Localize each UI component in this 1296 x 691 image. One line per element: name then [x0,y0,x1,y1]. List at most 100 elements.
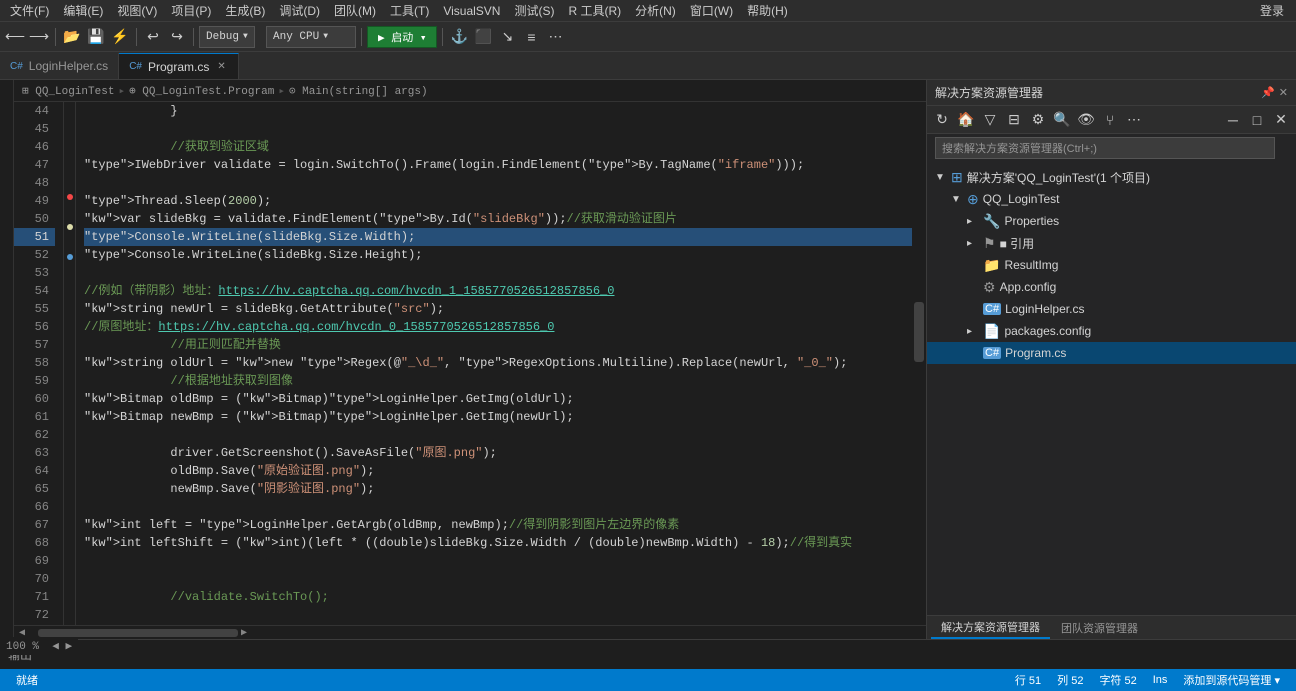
close-panel-icon[interactable]: ✕ [1279,86,1288,99]
status-right: 行 51 列 52 字符 52 Ins 添加到源代码管理 ▾ [1007,672,1288,688]
menubar-item-build[interactable]: 生成(B) [219,0,271,21]
line-number-69: 69 [14,552,55,570]
line-number-61: 61 [14,408,55,426]
solution-search-btn[interactable]: 🔍 [1051,109,1073,131]
breadcrumb-part3[interactable]: ⊙ Main(string[] args) [289,84,428,98]
toolbar-open-btn[interactable]: 📂 [61,26,83,48]
editor-scrollbar[interactable] [912,102,926,625]
tree-label-solution: 解决方案'QQ_LoginTest'(1 个项目) [967,169,1150,186]
solution-home-btn[interactable]: 🏠 [955,109,977,131]
tree-item-solution[interactable]: ▼ ⊞ 解决方案'QQ_LoginTest'(1 个项目) [927,166,1296,188]
solution-more-btn[interactable]: ⋯ [1123,109,1145,131]
login-label[interactable]: 登录 [1260,2,1292,19]
menubar-item-test[interactable]: 测试(S) [508,0,560,21]
toolbar-step-btn[interactable]: ↘ [496,26,518,48]
toolbar-undo-btn[interactable]: ↩ [142,26,164,48]
solution-filter-btn[interactable]: ▽ [979,109,1001,131]
line-number-65: 65 [14,480,55,498]
tree-item-loginhelper[interactable]: C# LoginHelper.cs [927,298,1296,320]
zoom-label[interactable]: 100 % ◀ ▶ [14,637,78,639]
breadcrumb-part1[interactable]: ⊞ QQ_LoginTest [22,84,114,98]
panel-maximize-btn[interactable]: □ [1246,109,1268,131]
solution-git-btn[interactable]: ⑂ [1099,109,1121,131]
code-line-55: "kw">string newUrl = slideBkg.GetAttribu… [84,300,912,318]
toolbar-save-btn[interactable]: 💾 [85,26,107,48]
status-ready[interactable]: 就绪 [8,672,46,688]
toolbar-save-all-btn[interactable]: ⚡ [109,26,131,48]
panel-header-controls[interactable]: 📌 ✕ [1261,86,1288,99]
menubar-item-visualsvn[interactable]: VisualSVN [437,2,506,20]
scrollbar-h-thumb[interactable] [38,629,238,637]
config-dropdown[interactable]: Debug ▼ [199,26,255,48]
toolbar-back-btn[interactable]: ⟵ [4,26,26,48]
solution-icon: ⊞ [951,169,963,186]
panel-minimize-btn[interactable]: ─ [1222,109,1244,131]
tree-item-packagesconfig[interactable]: ▸ 📄 packages.config [927,320,1296,342]
solution-settings-btn[interactable]: ⚙ [1027,109,1049,131]
tree-item-programcs[interactable]: C# Program.cs [927,342,1296,364]
menubar-item-team[interactable]: 团队(M) [328,0,382,21]
code-line-58: "kw">string oldUrl = "kw">new "type">Reg… [84,354,912,372]
menubar-item-window[interactable]: 窗口(W) [684,0,739,21]
solution-search-input-wrapper[interactable]: 搜索解决方案资源管理器(Ctrl+;) [935,137,1275,159]
status-ins[interactable]: Ins [1145,674,1176,686]
tree-item-appconfig[interactable]: ⚙ App.config [927,276,1296,298]
tree-item-properties[interactable]: ▸ 🔧 Properties [927,210,1296,232]
menubar-item-file[interactable]: 文件(F) [4,0,55,21]
tab-loginhelper[interactable]: C# LoginHelper.cs [0,53,119,79]
line-number-53: 53 [14,264,55,282]
indicator-info [67,254,73,260]
start-button[interactable]: ▶ 启动 ▾ [367,26,437,48]
toolbar-attach-btn[interactable]: ⚓ [448,26,470,48]
menubar-item-rtools[interactable]: R 工具(R) [562,0,627,21]
menubar-item-debug[interactable]: 调试(D) [273,0,326,21]
tab-solution-explorer[interactable]: 解决方案资源管理器 [931,617,1050,639]
menubar-item-help[interactable]: 帮助(H) [741,0,794,21]
pin-icon[interactable]: 📌 [1261,86,1275,99]
scroll-right-arrow[interactable]: ▶ [238,627,250,639]
menubar-item-analyze[interactable]: 分析(N) [629,0,682,21]
appconfig-icon: ⚙ [983,279,996,296]
tab-program-close[interactable]: ✕ [215,60,227,73]
solution-tree: ▼ ⊞ 解决方案'QQ_LoginTest'(1 个项目) ▼ ⊕ QQ_Log… [927,162,1296,615]
toolbar-align-btn[interactable]: ≡ [520,26,542,48]
config-dropdown-arrow: ▼ [243,32,248,41]
toolbar-more-btn[interactable]: ⋯ [544,26,566,48]
tree-item-references[interactable]: ▸ ⚑ ■ 引用 [927,232,1296,254]
breadcrumb-part2[interactable]: ⊕ QQ_LoginTest.Program [129,84,274,98]
toolbar-forward-btn[interactable]: ⟶ [28,26,50,48]
toolbar-breakpoint-btn[interactable]: ⬛ [472,26,494,48]
code-line-48 [84,174,912,192]
code-line-68: "kw">int leftShift = ("kw">int)(left * (… [84,534,912,552]
references-icon: ⚑ [983,235,996,252]
tree-item-resultimg[interactable]: 📁 ResultImg [927,254,1296,276]
tree-label-packagesconfig: packages.config [1004,324,1091,338]
code-editor[interactable]: 4445464748495051525354555657585960616263… [14,102,926,625]
solution-collapse-btn[interactable]: ⊟ [1003,109,1025,131]
solution-sync-btn[interactable]: ↻ [931,109,953,131]
menubar-item-view[interactable]: 视图(V) [111,0,163,21]
status-line[interactable]: 行 51 [1007,672,1049,688]
status-col[interactable]: 列 52 [1049,672,1091,688]
menubar-item-project[interactable]: 项目(P) [165,0,217,21]
status-add-to-source[interactable]: 添加到源代码管理 ▾ [1175,672,1288,688]
line-number-52: 52 [14,246,55,264]
tab-team-explorer[interactable]: 团队资源管理器 [1051,618,1148,638]
solution-view-btn[interactable]: 👁 [1075,109,1097,131]
code-content[interactable]: } //获取到验证区域 "type">IWebDriver validate =… [76,102,912,625]
platform-dropdown[interactable]: Any CPU ▼ [266,26,356,48]
toolbar-redo-btn[interactable]: ↪ [166,26,188,48]
statusbar: 就绪 行 51 列 52 字符 52 Ins 添加到源代码管理 ▾ [0,669,1296,691]
tree-item-project[interactable]: ▼ ⊕ QQ_LoginTest [927,188,1296,210]
scrollbar-thumb[interactable] [914,302,924,362]
menubar-item-edit[interactable]: 编辑(E) [57,0,109,21]
panel-close-btn[interactable]: ✕ [1270,109,1292,131]
code-line-61: "kw">Bitmap newBmp = ("kw">Bitmap)"type"… [84,408,912,426]
line-number-56: 56 [14,318,55,336]
scrollbar-bottom[interactable]: ◀ ▶ [14,625,926,639]
status-char[interactable]: 字符 52 [1091,672,1144,688]
code-line-67: "kw">int left = "type">LoginHelper.GetAr… [84,516,912,534]
code-line-44: } [84,102,912,120]
tab-program[interactable]: C# Program.cs ✕ [119,53,239,79]
menubar-item-tools[interactable]: 工具(T) [384,0,435,21]
